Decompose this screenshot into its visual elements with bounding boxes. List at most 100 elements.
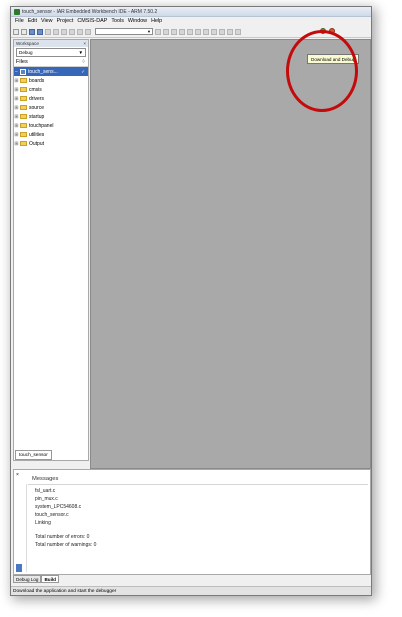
menu-file[interactable]: File [15,18,24,24]
divider [28,484,368,485]
menu-window[interactable]: Window [128,18,147,24]
expand-icon[interactable]: ⊞ [14,78,19,84]
files-header: Files ⁘ [14,58,88,67]
nav-back-icon[interactable] [195,28,201,35]
new-file-icon[interactable] [13,28,19,35]
message-line: pin_mux.c [35,496,58,502]
tree-item-project[interactable]: − touch_sens... ✓ [14,67,88,76]
close-icon[interactable]: × [83,41,86,46]
tab-debug-log[interactable]: Debug Log [13,575,42,583]
expand-icon[interactable]: ⊞ [14,87,19,93]
menu-edit[interactable]: Edit [28,18,37,24]
messages-panel: × Messages fsl_uart.c pin_mux.c system_L… [13,469,371,575]
message-line: system_LPC54608.c [35,504,82,510]
tree-item-label: utilities [29,131,45,138]
workspace-title: Workspace [16,41,39,46]
message-list: fsl_uart.c pin_mux.c system_LPC54608.c t… [35,487,96,549]
message-line: Total number of warnings: 0 [35,542,97,548]
stop-build-icon[interactable] [227,28,233,35]
chevron-down-icon: ▼ [147,29,151,34]
find-prev-icon[interactable] [171,28,177,35]
menu-cmsis-dap[interactable]: CMSIS-DAP [77,18,107,24]
workspace-panel: Workspace × Debug ▼ Files ⁘ − touch_sens… [13,39,89,461]
compile-icon[interactable] [211,28,217,35]
message-line: fsl_uart.c [35,488,56,494]
tree-item-output[interactable]: ⊞ Output [14,139,88,148]
undo-icon[interactable] [77,28,83,35]
menu-project[interactable]: Project [57,18,74,24]
save-all-icon[interactable] [37,28,43,35]
bookmark-icon[interactable] [187,28,193,35]
tree-item-cmsis[interactable]: ⊞ cmsis [14,85,88,94]
folder-icon [20,141,27,146]
menu-bar: File Edit View Project CMSIS-DAP Tools W… [11,17,371,25]
expand-icon[interactable]: ⊞ [14,114,19,120]
folder-icon [20,96,27,101]
tree-item-label: startup [29,113,45,120]
configuration-select[interactable]: Debug ▼ [16,48,86,57]
cut-icon[interactable] [53,28,59,35]
collapse-icon[interactable]: − [14,69,19,75]
tree-item-touchpanel[interactable]: ⊞ touchpanel [14,121,88,130]
file-tree: − touch_sens... ✓ ⊞ boards ⊞ cmsis ⊞ dri… [14,67,88,148]
redo-icon[interactable] [85,28,91,35]
message-line: Linking [35,520,51,526]
check-icon: ✓ [81,68,85,74]
tree-item-utilities[interactable]: ⊞ utilities [14,130,88,139]
project-icon [20,68,26,75]
expand-icon[interactable]: ⊞ [14,132,19,138]
configuration-value: Debug [19,50,33,55]
folder-icon [20,123,27,128]
chevron-down-icon: ▼ [78,50,83,55]
expand-icon[interactable]: ⊞ [14,105,19,111]
tree-item-source[interactable]: ⊞ source [14,103,88,112]
panel-marker-icon [16,564,22,572]
open-file-icon[interactable] [21,28,27,35]
tree-item-drivers[interactable]: ⊞ drivers [14,94,88,103]
close-icon[interactable]: × [16,472,19,478]
status-bar: Download the application and start the d… [11,586,371,595]
expand-icon[interactable]: ⊞ [14,96,19,102]
window-title: touch_sensor - IAR Embedded Workbench ID… [22,8,158,15]
divider [26,484,27,572]
find-next-icon[interactable] [163,28,169,35]
message-line: touch_sensor.c [35,512,69,518]
print-icon[interactable] [45,28,51,35]
workspace-tab[interactable]: touch_sensor [15,450,52,460]
save-icon[interactable] [29,28,35,35]
message-line: Total number of errors: 0 [35,534,90,540]
title-bar: touch_sensor - IAR Embedded Workbench ID… [11,7,371,17]
nav-forward-icon[interactable] [203,28,209,35]
tree-item-label: Output [29,140,45,147]
find-icon[interactable] [155,28,161,35]
find-combo[interactable]: ▼ [95,28,153,35]
workspace-header: Workspace × [14,40,88,47]
tree-item-boards[interactable]: ⊞ boards [14,76,88,85]
menu-tools[interactable]: Tools [111,18,124,24]
column-options-icon[interactable]: ⁘ [81,59,86,65]
make-icon[interactable] [219,28,225,35]
status-text: Download the application and start the d… [13,588,117,594]
tab-build[interactable]: Build [41,575,59,583]
menu-help[interactable]: Help [151,18,162,24]
expand-icon[interactable]: ⊞ [14,123,19,129]
expand-icon[interactable]: ⊞ [14,141,19,147]
tree-item-label: touchpanel [29,122,54,129]
messages-title: Messages [32,476,59,482]
copy-icon[interactable] [61,28,67,35]
tree-item-label: boards [29,77,45,84]
goto-icon[interactable] [179,28,185,35]
files-label: Files [16,59,28,65]
paste-icon[interactable] [69,28,75,35]
tree-item-label: touch_sens... [28,68,58,75]
tree-item-label: drivers [29,95,45,102]
output-tabs: Debug Log Build [13,575,59,583]
folder-icon [20,78,27,83]
tree-item-label: cmsis [29,86,42,93]
highlight-circle [286,30,358,112]
tree-item-startup[interactable]: ⊞ startup [14,112,88,121]
menu-view[interactable]: View [41,18,53,24]
breakpoint-icon[interactable] [235,28,241,35]
tree-item-label: source [29,104,45,111]
app-logo-icon [14,8,20,15]
